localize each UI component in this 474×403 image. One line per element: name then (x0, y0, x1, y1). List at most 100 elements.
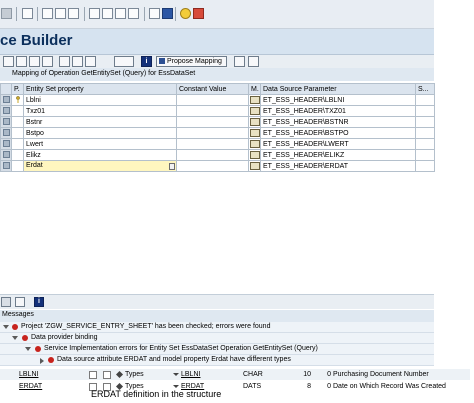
typing-method-cell[interactable]: Types (116, 369, 172, 381)
first-page-icon[interactable] (128, 8, 139, 19)
expand-icon[interactable] (3, 325, 9, 329)
structure-row[interactable]: ERDAT Types ERDAT DATS 8 0 Date on Which… (0, 380, 470, 393)
row-selector[interactable] (0, 160, 12, 172)
data-source-parameter-cell[interactable]: ET_ESS_HEADER\TXZ01 (260, 105, 416, 117)
column-header-constant-value[interactable]: Constant Value (176, 83, 249, 95)
fullscreen-icon[interactable] (234, 56, 245, 67)
entity-property-cell[interactable]: Lblni (23, 94, 177, 106)
save-icon[interactable] (22, 8, 33, 19)
entity-property-cell[interactable]: Elikz (23, 149, 177, 161)
component-type-cell[interactable]: LBLNI (172, 369, 242, 381)
constant-value-cell[interactable] (176, 149, 249, 161)
data-source-parameter-cell[interactable]: ET_ESS_HEADER\ELIKZ (260, 149, 416, 161)
data-source-parameter-cell[interactable]: ET_ESS_HEADER\LWERT (260, 138, 416, 150)
row-selector[interactable] (0, 149, 12, 161)
structure-row[interactable]: LBLNI Types LBLNI CHAR 10 0 Purchasing D… (0, 369, 470, 381)
append-row-icon[interactable] (29, 56, 40, 67)
dropdown-icon[interactable] (173, 384, 179, 388)
filter-icon[interactable] (72, 56, 83, 67)
expand-icon[interactable] (12, 336, 18, 340)
info-icon[interactable]: i (141, 56, 152, 67)
arrow-left-icon[interactable] (249, 96, 260, 104)
column-header-m[interactable]: M. (248, 83, 261, 95)
column-header-s[interactable]: S... (415, 83, 435, 95)
entity-property-cell[interactable]: Lwert (23, 138, 177, 150)
details-icon[interactable] (85, 56, 96, 67)
table-row[interactable]: Bstnr ET_ESS_HEADER\BSTNR (0, 116, 435, 128)
arrow-left-icon[interactable] (249, 162, 260, 170)
mapping-arrow-cell[interactable] (248, 94, 261, 106)
constant-value-cell[interactable] (176, 94, 249, 106)
data-source-parameter-cell[interactable]: ET_ESS_HEADER\BSTNR (260, 116, 416, 128)
find-icon[interactable] (102, 8, 113, 19)
layout-menu-icon[interactable] (193, 8, 204, 19)
new-session-icon[interactable] (149, 8, 160, 19)
table-row[interactable]: Txz01 ET_ESS_HEADER\TXZ01 (0, 105, 435, 117)
table-row[interactable]: Lblni ET_ESS_HEADER\LBLNI (0, 94, 435, 106)
mapping-arrow-cell[interactable] (248, 105, 261, 117)
constant-value-cell[interactable] (176, 138, 249, 150)
message-row[interactable]: Service Implementation errors for Entity… (0, 344, 434, 355)
table-row[interactable]: Bstpo ET_ESS_HEADER\BSTPO (0, 127, 435, 139)
entity-property-cell[interactable]: Txz01 (23, 105, 177, 117)
enter-icon[interactable] (1, 8, 12, 19)
find-next-icon[interactable] (115, 8, 126, 19)
column-select[interactable] (0, 83, 12, 95)
display-change-icon[interactable] (3, 56, 14, 67)
column-header-entity-set-property[interactable]: Entity Set property (23, 83, 177, 95)
checkbox-cell[interactable] (88, 369, 102, 381)
back-icon[interactable] (42, 8, 53, 19)
data-source-parameter-cell[interactable]: ET_ESS_HEADER\ERDAT (260, 160, 416, 172)
constant-value-cell[interactable] (176, 160, 249, 172)
value-help-icon[interactable] (169, 163, 175, 170)
constant-value-cell[interactable] (176, 105, 249, 117)
cancel-icon[interactable] (68, 8, 79, 19)
mapping-arrow-cell[interactable] (248, 138, 261, 150)
dropdown-icon[interactable] (173, 372, 179, 376)
sort-icon[interactable] (59, 56, 70, 67)
row-selector[interactable] (0, 138, 12, 150)
row-selector[interactable] (0, 105, 12, 117)
entity-property-cell[interactable]: Bstnr (23, 116, 177, 128)
mapping-arrow-cell[interactable] (248, 127, 261, 139)
print-icon[interactable] (89, 8, 100, 19)
column-header-data-source-parameter[interactable]: Data Source Parameter (260, 83, 416, 95)
table-row[interactable]: Elikz ET_ESS_HEADER\ELIKZ (0, 149, 435, 161)
mapping-arrow-cell[interactable] (248, 116, 261, 128)
message-row[interactable]: Data source attribute ERDAT and model pr… (0, 355, 434, 366)
checkbox[interactable] (89, 370, 97, 379)
row-selector[interactable] (0, 94, 12, 106)
arrow-left-icon[interactable] (249, 107, 260, 115)
data-source-parameter-cell[interactable]: ET_ESS_HEADER\BSTPO (260, 127, 416, 139)
constant-value-cell[interactable] (176, 127, 249, 139)
delete-row-icon[interactable] (42, 56, 53, 67)
entity-property-cell[interactable]: Bstpo (23, 127, 177, 139)
propose-mapping-button[interactable]: Propose Mapping (156, 56, 227, 67)
row-selector[interactable] (0, 127, 12, 139)
constant-value-cell[interactable] (176, 116, 249, 128)
shortcut-icon[interactable] (162, 8, 173, 19)
table-row[interactable]: Lwert ET_ESS_HEADER\LWERT (0, 138, 435, 150)
table-row-active[interactable]: Erdat ET_ESS_HEADER\ERDAT (0, 160, 435, 172)
exit-icon[interactable] (55, 8, 66, 19)
insert-row-icon[interactable] (16, 56, 27, 67)
arrow-left-icon[interactable] (249, 129, 260, 137)
edit-icon[interactable] (248, 56, 259, 67)
column-header-p[interactable]: P. (11, 83, 24, 95)
component-name-cell[interactable]: ERDAT (18, 380, 88, 393)
info-icon[interactable]: i (34, 297, 44, 307)
layout-dropdown-icon[interactable] (114, 56, 134, 67)
mapping-arrow-cell[interactable] (248, 160, 261, 172)
message-row[interactable]: Project 'ZGW_SERVICE_ENTRY_SHEET' has be… (0, 322, 434, 333)
close-messages-icon[interactable] (1, 297, 11, 307)
help-icon[interactable] (180, 8, 191, 19)
delete-messages-icon[interactable] (15, 297, 25, 307)
mapping-arrow-cell[interactable] (248, 149, 261, 161)
data-source-parameter-cell[interactable]: ET_ESS_HEADER\LBLNI (260, 94, 416, 106)
arrow-left-icon[interactable] (249, 118, 260, 126)
component-name-cell[interactable]: LBLNI (18, 369, 88, 381)
arrow-left-icon[interactable] (249, 140, 260, 148)
message-row[interactable]: Data provider binding (0, 333, 434, 344)
checkbox[interactable] (103, 370, 111, 379)
entity-property-cell-active[interactable]: Erdat (23, 160, 177, 172)
